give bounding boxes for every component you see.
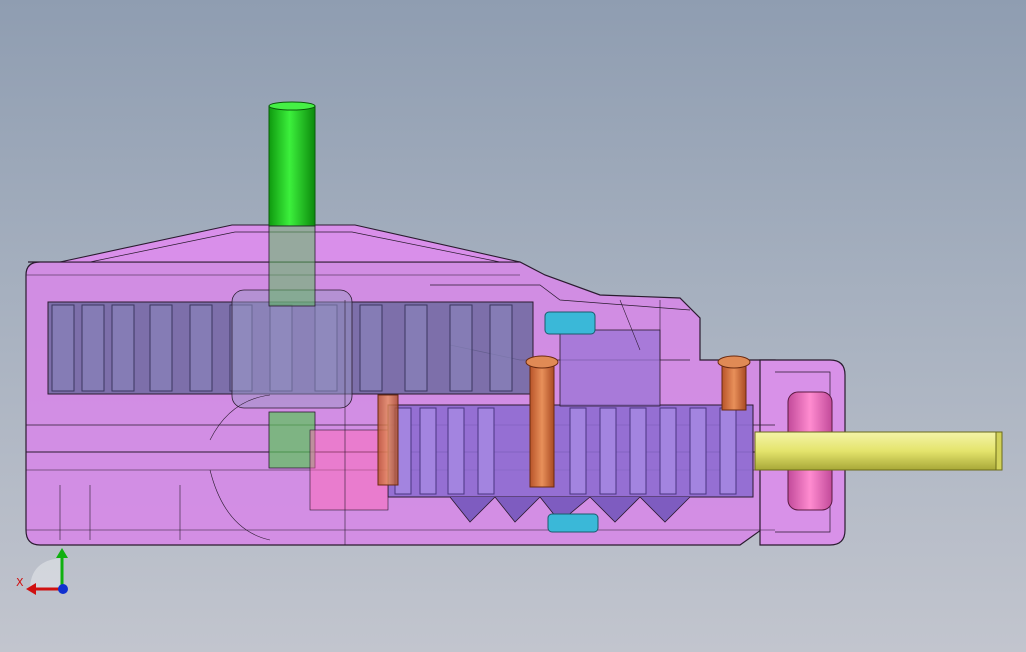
axis-triad	[26, 548, 68, 595]
x-axis-label: X	[16, 576, 24, 589]
large-gear[interactable]	[47, 289, 534, 409]
input-shaft[interactable]	[268, 101, 316, 469]
gearbox-model-canvas[interactable]	[0, 0, 1026, 652]
cad-viewport[interactable]: X	[0, 0, 1026, 652]
output-shaft[interactable]	[754, 431, 1003, 471]
